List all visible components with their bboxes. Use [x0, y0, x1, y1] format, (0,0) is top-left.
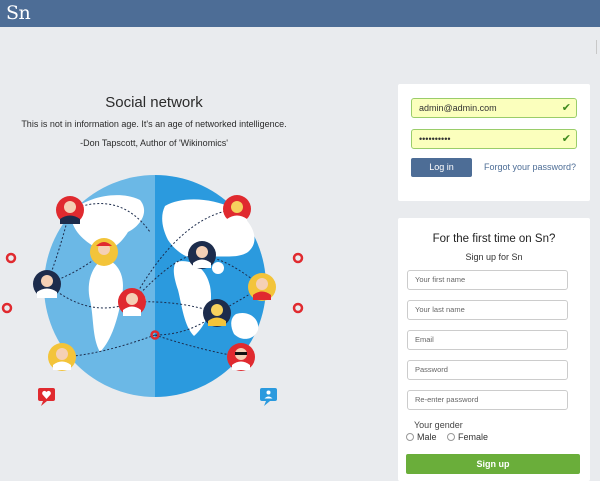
male-label[interactable]: Male	[417, 432, 437, 442]
forgot-password-link[interactable]: Forgot your password?	[484, 162, 576, 172]
scrollbar-edge	[596, 40, 597, 54]
top-bar: Sn	[0, 0, 600, 27]
signup-card: For the first time on Sn? Sign up for Sn…	[398, 218, 590, 481]
signup-subtitle: Sign up for Sn	[465, 252, 523, 262]
user-chat-icon	[260, 388, 277, 406]
check-icon: ✔	[561, 133, 571, 145]
login-button[interactable]: Log in	[411, 158, 472, 177]
password-input[interactable]: Password	[407, 360, 568, 380]
hero-author: -Don Tapscott, Author of 'Wikinomics'	[80, 138, 228, 148]
hero-title: Social network	[105, 94, 203, 111]
email-input[interactable]: Email	[407, 330, 568, 350]
login-email-field[interactable]: admin@admin.com ✔	[411, 98, 577, 118]
first-name-input[interactable]: Your first name	[407, 270, 568, 290]
check-icon: ✔	[561, 102, 571, 114]
login-card: admin@admin.com ✔ •••••••••• ✔ Log in Fo…	[398, 84, 590, 201]
reenter-password-input[interactable]: Re-enter password	[407, 390, 568, 410]
social-globe-illustration	[1, 175, 304, 406]
female-radio[interactable]	[447, 433, 455, 441]
male-radio[interactable]	[406, 433, 414, 441]
login-email-value: admin@admin.com	[419, 103, 497, 113]
login-password-value: ••••••••••	[419, 134, 451, 144]
signup-button[interactable]: Sign up	[406, 454, 580, 474]
gender-label: Your gender	[414, 420, 463, 430]
signup-title: For the first time on Sn?	[432, 233, 556, 245]
female-label[interactable]: Female	[458, 432, 488, 442]
logo[interactable]: Sn	[6, 2, 31, 24]
login-password-field[interactable]: •••••••••• ✔	[411, 129, 577, 149]
hero-quote: This is not in information age. It's an …	[21, 119, 287, 129]
heart-chat-icon	[38, 388, 55, 406]
last-name-input[interactable]: Your last name	[407, 300, 568, 320]
